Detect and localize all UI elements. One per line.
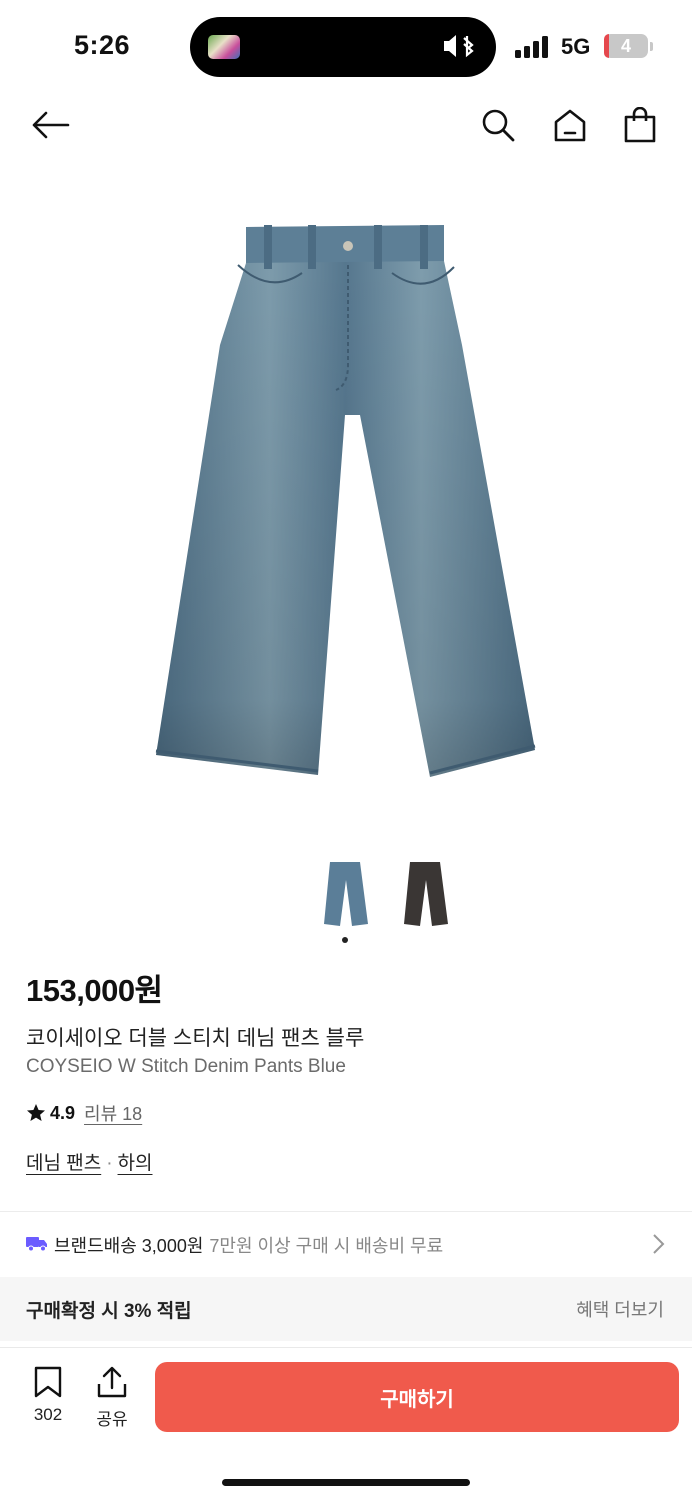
reviews-link[interactable]: 리뷰 18 — [84, 1100, 142, 1126]
dynamic-island — [190, 17, 496, 77]
battery-nub — [650, 42, 653, 51]
rating-score: 4.9 — [50, 1102, 76, 1123]
home-indicator — [222, 1479, 470, 1486]
truck-icon — [26, 1237, 47, 1252]
category-link-denim-pants[interactable]: 데님 팬츠 — [26, 1153, 101, 1174]
thumbnail-black[interactable] — [398, 858, 454, 930]
status-bar: 5:26 5G 4 — [0, 0, 692, 92]
product-rating: 4.9 리뷰 18 — [26, 1100, 142, 1126]
thumbnail-blue[interactable] — [318, 858, 374, 930]
chevron-right-icon — [653, 1234, 665, 1254]
shipping-free-note: 7만원 이상 구매 시 배송비 무료 — [209, 1236, 444, 1256]
bluetooth-icon — [442, 32, 478, 66]
arrow-left-icon — [32, 111, 70, 139]
buy-button[interactable]: 구매하기 — [155, 1362, 679, 1432]
share-icon — [97, 1366, 127, 1398]
shopping-bag-icon — [624, 107, 656, 143]
home-icon — [554, 109, 586, 142]
share-button[interactable]: 공유 — [82, 1366, 142, 1430]
cart-button[interactable] — [618, 103, 662, 147]
battery-level: 4 — [620, 36, 631, 56]
status-time: 5:26 — [74, 30, 131, 60]
search-button[interactable] — [476, 103, 520, 147]
category-breadcrumb: 데님 팬츠 · 하의 — [26, 1148, 153, 1175]
now-playing-artwork — [208, 35, 240, 59]
product-thumbnails — [0, 858, 692, 948]
share-label: 공유 — [96, 1410, 128, 1429]
product-price: 153,000원 — [26, 973, 163, 1008]
bookmark-icon — [34, 1366, 62, 1398]
bottom-action-bar: 302 공유 구매하기 — [0, 1347, 692, 1501]
product-name-english: COYSEIO W Stitch Denim Pants Blue — [26, 1056, 346, 1077]
benefit-row: 구매확정 시 3% 적립 혜택 더보기 — [0, 1277, 692, 1341]
network-type: 5G — [561, 34, 591, 59]
product-image-denim-pants[interactable] — [140, 215, 550, 790]
benefit-more-link[interactable]: 혜택 더보기 — [576, 1296, 664, 1322]
battery-icon: 4 — [604, 34, 648, 58]
bookmark-count: 302 — [33, 1405, 63, 1424]
back-button[interactable] — [28, 103, 72, 147]
star-icon — [27, 1104, 45, 1121]
shipping-text: 브랜드배송 3,000원 7만원 이상 구매 시 배송비 무료 — [54, 1232, 443, 1258]
search-icon — [482, 109, 515, 142]
top-nav — [0, 95, 692, 155]
category-link-bottoms[interactable]: 하의 — [118, 1153, 153, 1174]
bookmark-button[interactable]: 302 — [18, 1366, 78, 1425]
home-button[interactable] — [548, 103, 592, 147]
shipping-fee: 브랜드배송 3,000원 — [54, 1236, 204, 1256]
cellular-signal-icon — [515, 36, 551, 58]
benefit-title: 구매확정 시 3% 적립 — [26, 1301, 192, 1322]
product-name-korean: 코이세이오 더블 스티치 데님 팬츠 블루 — [26, 1027, 365, 1050]
carousel-indicator — [342, 937, 348, 943]
shipping-info-row[interactable]: 브랜드배송 3,000원 7만원 이상 구매 시 배송비 무료 — [0, 1212, 692, 1276]
category-separator: · — [106, 1153, 113, 1174]
